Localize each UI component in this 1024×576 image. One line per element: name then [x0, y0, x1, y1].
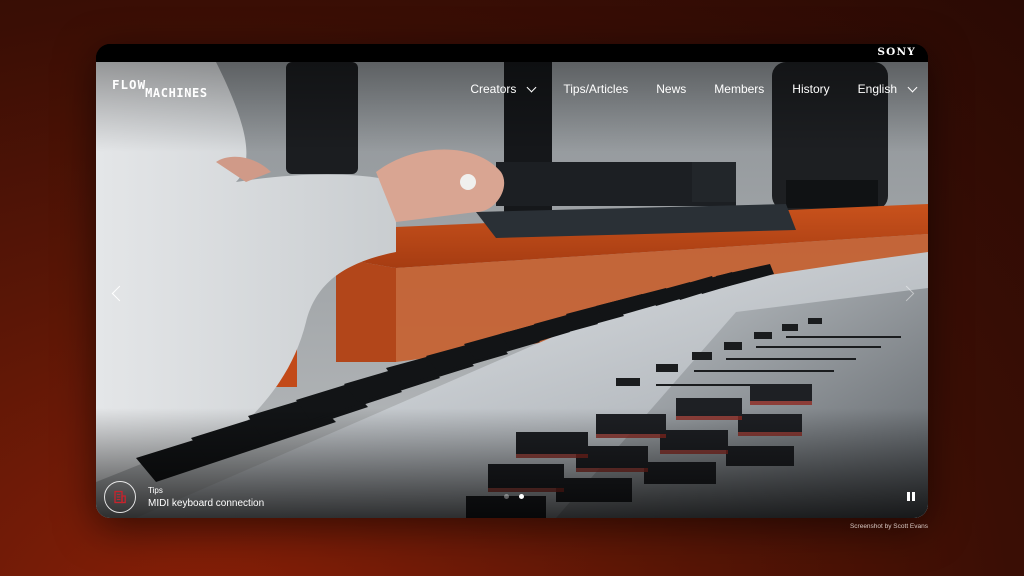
nav-news[interactable]: News: [656, 82, 686, 96]
sony-logo[interactable]: SONY: [877, 46, 916, 58]
nav-tips-articles[interactable]: Tips/Articles: [563, 82, 628, 96]
carousel-dot-1[interactable]: [504, 494, 509, 499]
nav-language-label: English: [857, 82, 897, 96]
document-icon: [114, 490, 126, 504]
nav-history[interactable]: History: [792, 82, 829, 96]
carousel-prev-button[interactable]: [108, 282, 128, 306]
logo-flow: FLOW: [112, 77, 147, 92]
sony-header-bar: SONY: [96, 44, 928, 62]
logo-machines: MACHINES: [145, 86, 208, 100]
nav-language-select[interactable]: English: [857, 82, 918, 96]
caption-text: Tips MIDI keyboard connection: [148, 486, 264, 509]
main-nav: Creators Tips/Articles News Members Hist…: [470, 82, 918, 96]
carousel-pause-button[interactable]: [907, 492, 917, 502]
nav-creators[interactable]: Creators: [470, 82, 537, 96]
pause-icon: [907, 492, 910, 501]
hero-carousel: FLOW MACHINES Creators Tips/Articles New…: [96, 62, 928, 518]
carousel-dots: [504, 494, 524, 499]
flow-machines-logo[interactable]: FLOW MACHINES: [112, 77, 208, 99]
chevron-down-icon: [907, 82, 918, 92]
carousel-next-button[interactable]: [898, 282, 918, 306]
caption-title[interactable]: MIDI keyboard connection: [148, 498, 264, 509]
nav-members-label: Members: [714, 82, 765, 96]
chevron-down-icon: [526, 82, 537, 92]
nav-history-label: History: [792, 82, 830, 96]
slide-caption[interactable]: Tips MIDI keyboard connection: [104, 481, 264, 513]
caption-category: Tips: [148, 485, 163, 495]
chevron-left-icon: [111, 285, 128, 302]
nav-news-label: News: [656, 82, 687, 96]
caption-icon-circle: [104, 481, 136, 513]
nav-tips-articles-label: Tips/Articles: [563, 82, 629, 96]
chevron-right-icon: [898, 285, 915, 302]
pause-icon-bar: [912, 492, 915, 501]
screenshot-credit: Screenshot by Scott Evans: [849, 523, 928, 530]
carousel-dot-2[interactable]: [519, 494, 524, 499]
top-shade: [96, 62, 928, 152]
browser-frame: SONY FLOW MACHINES Creators Tips/Article…: [96, 44, 928, 518]
nav-creators-label: Creators: [470, 82, 517, 96]
nav-members[interactable]: Members: [714, 82, 764, 96]
